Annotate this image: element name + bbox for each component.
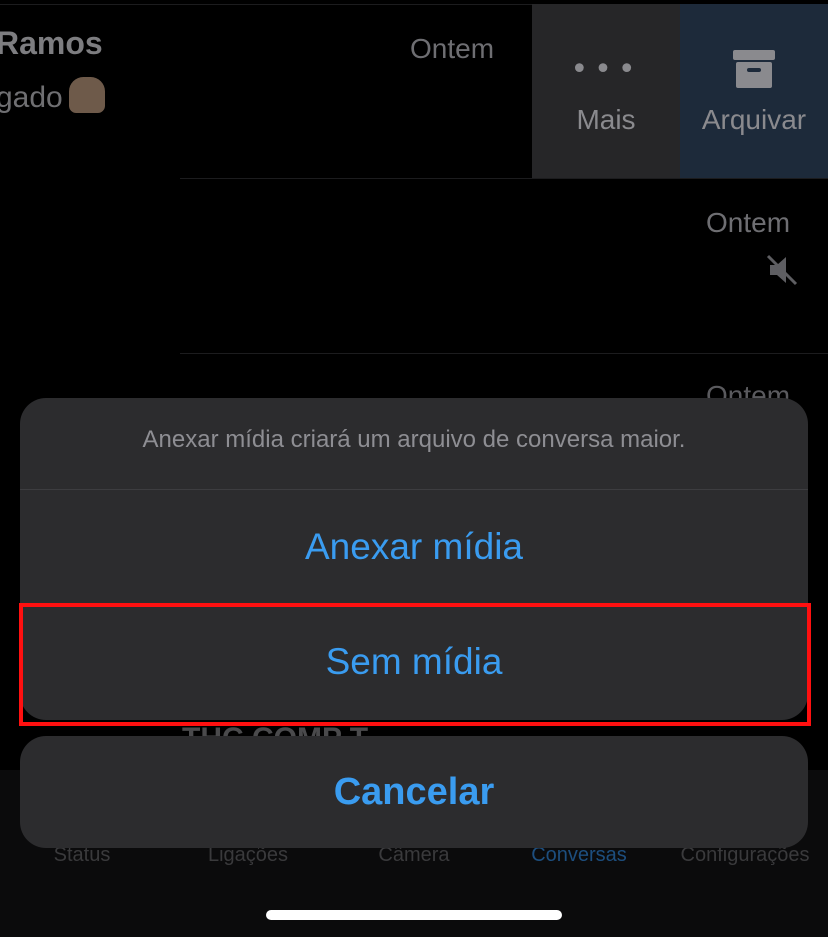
action-sheet: Anexar mídia criará um arquivo de conver… <box>20 398 808 720</box>
chat-row-content[interactable]: Ramos gado Ontem <box>0 4 532 179</box>
last-message-preview: gado <box>0 77 105 115</box>
archive-action-label: Arquivar <box>701 104 807 135</box>
without-media-button[interactable]: Sem mídia <box>20 605 808 719</box>
chat-row-swiped[interactable]: Ramos gado Ontem ••• Mais Arquivar <box>0 4 828 179</box>
action-sheet-message: Anexar mídia criará um arquivo de conver… <box>142 426 686 453</box>
praying-hands-emoji-icon <box>68 77 105 113</box>
more-dots-icon: ••• <box>570 52 642 87</box>
home-indicator[interactable] <box>266 910 562 920</box>
more-action-label: Mais <box>576 104 636 135</box>
chat-row[interactable]: Ontem <box>0 179 828 353</box>
last-message-text: gado <box>0 81 63 114</box>
muted-speaker-icon <box>766 254 798 286</box>
chat-name-peek: THC COMP T <box>182 722 368 736</box>
attach-media-button[interactable]: Anexar mídia <box>20 490 808 604</box>
more-action-button[interactable]: ••• Mais <box>532 4 680 178</box>
cancel-button[interactable]: Cancelar <box>20 736 808 848</box>
screen: Ramos gado Ontem ••• Mais Arquivar Ontem… <box>0 0 828 937</box>
contact-name: Ramos <box>0 25 103 61</box>
chat-time: Ontem <box>706 207 791 238</box>
archive-box-icon <box>733 50 775 88</box>
archive-action-button[interactable]: Arquivar <box>680 4 828 178</box>
chat-time: Ontem <box>410 33 495 64</box>
